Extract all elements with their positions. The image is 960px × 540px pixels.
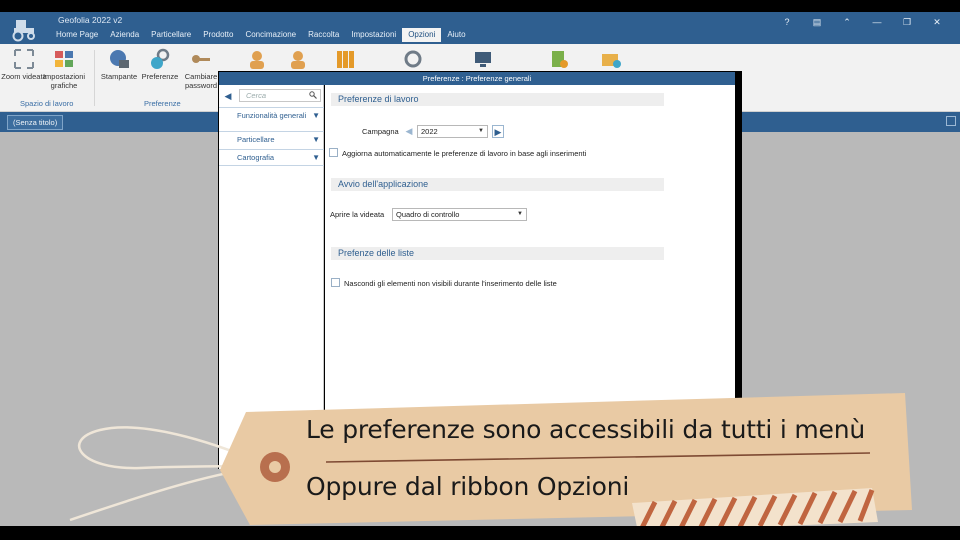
restore-icon[interactable]: ❐ bbox=[892, 15, 922, 29]
nav-particellare[interactable]: Particellare ▼ bbox=[219, 131, 324, 148]
folder-sync-icon bbox=[602, 54, 621, 68]
menu-home-page[interactable]: Home Page bbox=[50, 28, 104, 42]
tractor-logo-icon bbox=[12, 20, 35, 42]
search-icon bbox=[309, 91, 317, 99]
nav-particellare-label: Particellare bbox=[237, 135, 275, 144]
title-bar: Geofolia 2022 v2 Home Page Azienda Parti… bbox=[0, 12, 960, 44]
menu-azienda[interactable]: Azienda bbox=[104, 28, 145, 42]
chevron-down-icon: ▼ bbox=[478, 128, 484, 134]
impostazioni-grafiche-button[interactable]: Impostazioni grafiche bbox=[40, 48, 88, 90]
impostazioni-grafiche-label: Impostazioni grafiche bbox=[42, 72, 86, 90]
menu-opzioni[interactable]: Opzioni bbox=[402, 28, 442, 42]
menu-raccolta[interactable]: Raccolta bbox=[302, 28, 345, 42]
tag-hole bbox=[269, 461, 281, 473]
collapse-ribbon-icon[interactable]: ⌃ bbox=[832, 15, 862, 29]
menu-impostazioni[interactable]: Impostazioni bbox=[345, 28, 402, 42]
app-title: Geofolia 2022 v2 bbox=[58, 15, 123, 25]
user-contact-icon bbox=[291, 51, 305, 69]
campaign-select[interactable]: 2022 ▼ bbox=[417, 125, 488, 138]
nav-funzionalita-generali-label: Funzionalità generali bbox=[237, 111, 307, 120]
section-avvio-applicazione: Avvio dell'applicazione bbox=[331, 178, 664, 191]
database-icon[interactable]: ▤ bbox=[802, 15, 832, 29]
open-view-value: Quadro di controllo bbox=[396, 210, 460, 219]
document-export-icon bbox=[552, 51, 568, 68]
nav-cartografia-label: Cartografia bbox=[237, 153, 275, 162]
hide-elements-checkbox[interactable] bbox=[331, 278, 340, 287]
chevron-down-icon: ▼ bbox=[312, 135, 320, 144]
campaign-value: 2022 bbox=[421, 127, 438, 136]
group-spazio-di-lavoro: Spazio di lavoro bbox=[20, 99, 74, 108]
campaign-next-icon[interactable]: ▶ bbox=[492, 125, 504, 138]
document-tab[interactable]: (Senza titolo) bbox=[7, 115, 64, 130]
remote-desktop-icon bbox=[475, 52, 491, 67]
user-support-icon bbox=[250, 51, 264, 69]
menu-particellare[interactable]: Particellare bbox=[145, 28, 197, 42]
stampante-label: Stampante bbox=[100, 72, 138, 81]
archive-icon bbox=[337, 51, 354, 68]
auto-update-checkbox[interactable] bbox=[329, 148, 338, 157]
section-preferenze-di-lavoro: Preferenze di lavoro bbox=[331, 93, 664, 106]
letterbox-bottom bbox=[0, 526, 960, 540]
chevron-down-icon: ▼ bbox=[517, 211, 523, 217]
close-icon[interactable]: ✕ bbox=[922, 15, 952, 29]
chevron-down-icon: ▼ bbox=[312, 111, 320, 120]
nav-cartografia[interactable]: Cartografia ▼ bbox=[219, 149, 324, 166]
key-icon bbox=[192, 55, 210, 63]
minimize-icon[interactable]: — bbox=[862, 15, 892, 29]
search-row: ◀ Cerca bbox=[219, 87, 324, 105]
menu-bar: Home Page Azienda Particellare Prodotto … bbox=[50, 28, 472, 42]
graphic-settings-icon bbox=[55, 51, 73, 67]
preferenze-label: Preferenze bbox=[141, 72, 179, 81]
settings-gears-icon bbox=[404, 50, 422, 68]
letterbox-top bbox=[0, 0, 960, 12]
menu-concimazione[interactable]: Concimazione bbox=[239, 28, 302, 42]
tag-overlay bbox=[69, 393, 912, 534]
auto-update-label: Aggiorna automaticamente le preferenze d… bbox=[342, 149, 587, 158]
open-view-label: Aprire la videata bbox=[330, 210, 385, 219]
caption-line-1: Le preferenze sono accessibili da tutti … bbox=[306, 415, 866, 444]
menu-prodotto[interactable]: Prodotto bbox=[197, 28, 239, 42]
menu-aiuto[interactable]: Aiuto bbox=[441, 28, 471, 42]
nav-funzionalita-generali[interactable]: Funzionalità generali ▼ bbox=[219, 107, 324, 124]
open-view-select[interactable]: Quadro di controllo ▼ bbox=[392, 208, 527, 221]
printer-icon bbox=[110, 50, 129, 68]
help-icon[interactable]: ? bbox=[772, 15, 802, 29]
dialog-title: Preferenze : Preferenze generali bbox=[219, 72, 735, 85]
caption-line-2: Oppure dal ribbon Opzioni bbox=[306, 472, 630, 501]
search-input[interactable]: Cerca bbox=[239, 89, 321, 102]
hide-elements-label: Nascondi gli elementi non visibili duran… bbox=[344, 279, 557, 288]
campaign-prev-icon[interactable]: ◀ bbox=[403, 125, 415, 138]
zoom-icon bbox=[14, 49, 34, 69]
back-arrow-icon[interactable]: ◀ bbox=[222, 90, 234, 102]
chevron-down-icon: ▼ bbox=[312, 153, 320, 162]
search-placeholder: Cerca bbox=[246, 91, 267, 100]
campagna-label: Campagna bbox=[362, 127, 399, 136]
layout-icon[interactable] bbox=[946, 116, 956, 126]
window-controls: ? ▤ ⌃ — ❐ ✕ bbox=[772, 15, 952, 29]
app-window: Geofolia 2022 v2 Home Page Azienda Parti… bbox=[0, 0, 960, 540]
preferences-gear-icon bbox=[151, 48, 170, 69]
group-preferenze: Preferenze bbox=[144, 99, 181, 108]
cambiare-password-label: Cambiare password bbox=[184, 72, 218, 90]
section-prefenze-liste: Prefenze delle liste bbox=[331, 247, 664, 260]
